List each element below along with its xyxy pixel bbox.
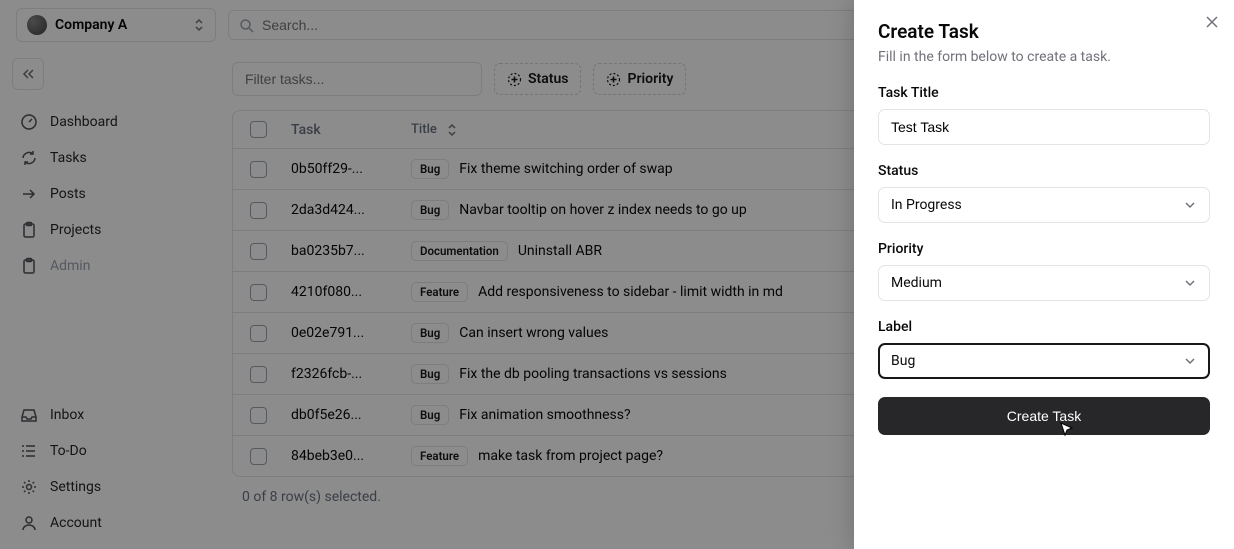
status-select[interactable]: In Progress [878, 187, 1210, 223]
create-task-button[interactable]: Create Task [878, 397, 1210, 435]
label-select[interactable]: Bug [878, 343, 1210, 379]
priority-select[interactable]: Medium [878, 265, 1210, 301]
cursor-icon [1060, 422, 1074, 438]
close-icon [1204, 14, 1220, 30]
drawer-title: Create Task [878, 20, 1210, 43]
label-label: Label [878, 319, 1210, 335]
label-value: Bug [891, 353, 915, 369]
task-title-label: Task Title [878, 85, 1210, 101]
task-title-input[interactable] [878, 109, 1210, 145]
chevron-down-icon [1183, 198, 1197, 212]
create-task-drawer: Create Task Fill in the form below to cr… [854, 0, 1234, 549]
chevron-down-icon [1183, 354, 1197, 368]
priority-label: Priority [878, 241, 1210, 257]
close-drawer-button[interactable] [1204, 14, 1220, 30]
status-label: Status [878, 163, 1210, 179]
status-value: In Progress [891, 197, 962, 213]
chevron-down-icon [1183, 276, 1197, 290]
priority-value: Medium [891, 275, 942, 291]
drawer-subtitle: Fill in the form below to create a task. [878, 49, 1210, 65]
